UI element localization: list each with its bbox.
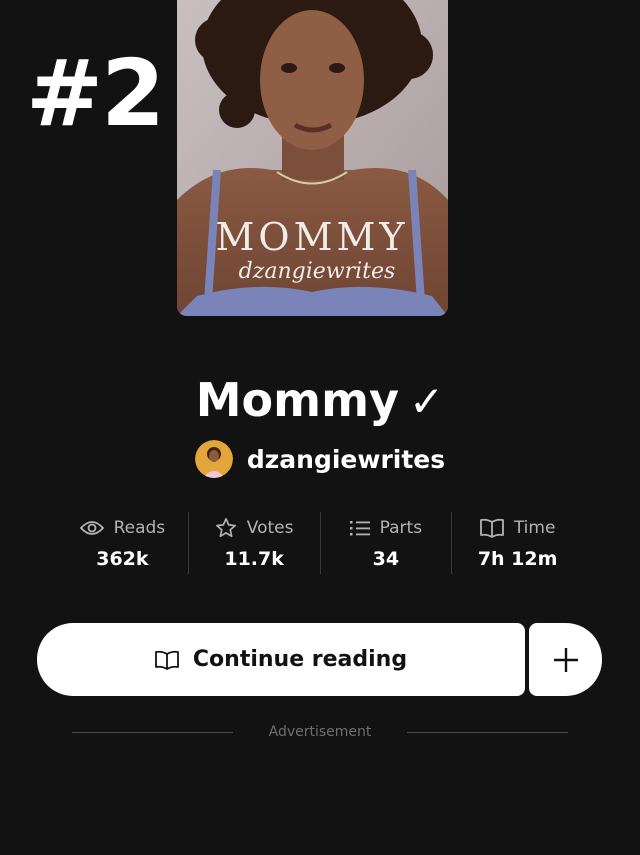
story-stats: Reads 362k Votes 11.7k Parts 34 Time 7h … [57, 512, 583, 574]
add-to-library-button[interactable] [529, 623, 602, 696]
continue-reading-label: Continue reading [192, 647, 408, 672]
stat-label: Time [513, 518, 556, 538]
list-icon [349, 521, 370, 536]
cover-title: MOMMY [216, 215, 409, 259]
cover-art: MOMMY dzangiewrites [177, 0, 448, 316]
eye-icon [79, 521, 104, 535]
stat-value: 362k [96, 548, 149, 570]
story-cover-image[interactable]: MOMMY dzangiewrites [177, 0, 448, 316]
book-icon [479, 518, 504, 538]
stat-label: Votes [246, 518, 294, 538]
stat-reads: Reads 362k [57, 512, 188, 574]
stat-parts: Parts 34 [319, 512, 452, 574]
stat-votes: Votes 11.7k [187, 512, 320, 574]
stat-value: 11.7k [224, 548, 284, 570]
advertisement-divider: Advertisement [72, 722, 568, 742]
plus-icon [553, 647, 578, 672]
cover-author-script: dzangiewrites [239, 259, 396, 284]
avatar-image [194, 440, 233, 478]
stat-value: 7h 12m [477, 548, 558, 570]
story-title: Mommy ✓ [0, 372, 640, 430]
star-icon [215, 518, 236, 538]
divider-line [72, 731, 233, 733]
author-name[interactable]: dzangiewrites [247, 445, 445, 474]
completed-check-icon: ✓ [409, 377, 445, 426]
stat-time: Time 7h 12m [451, 512, 583, 574]
advertisement-label: Advertisement [268, 724, 372, 740]
stat-value: 34 [372, 548, 400, 570]
author-avatar[interactable] [194, 440, 233, 478]
story-title-text: Mommy [195, 373, 400, 427]
book-icon [154, 650, 179, 670]
divider-line [407, 731, 568, 733]
continue-reading-button[interactable]: Continue reading [37, 623, 525, 696]
author-row[interactable]: dzangiewrites [0, 440, 640, 478]
rank-overlay-text: #2 [26, 40, 165, 147]
stat-label: Reads [113, 518, 166, 538]
stat-label: Parts [379, 518, 423, 538]
